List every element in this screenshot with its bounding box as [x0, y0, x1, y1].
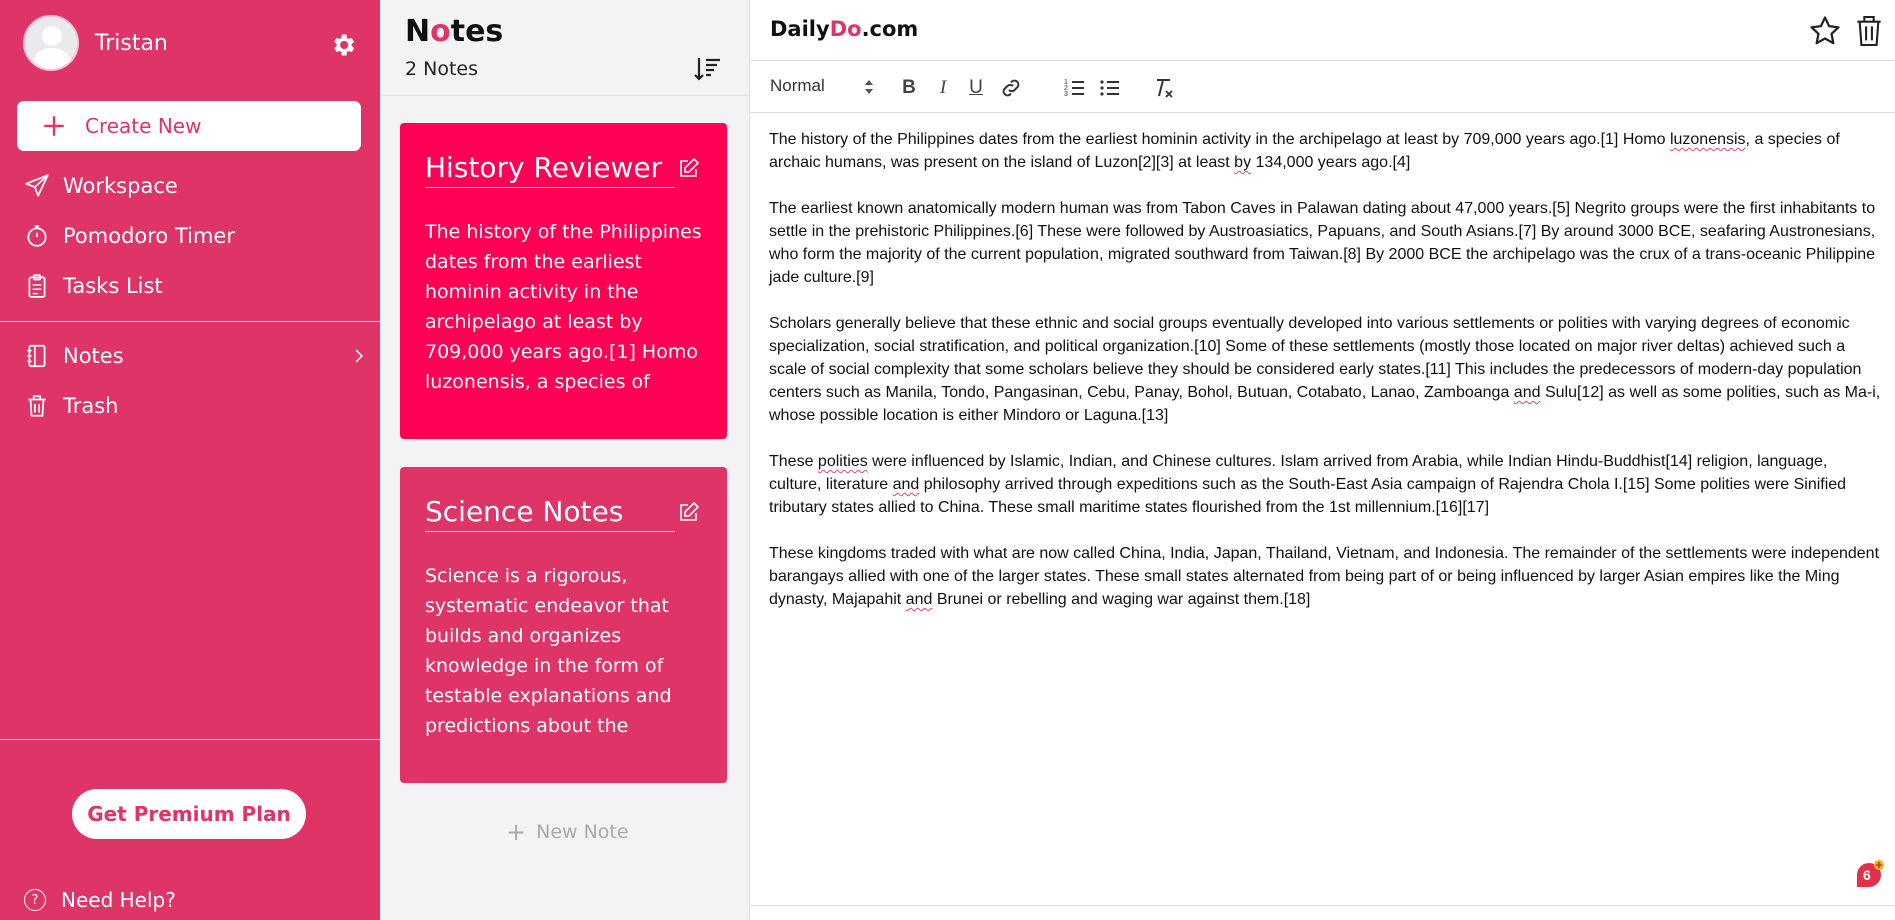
- sidebar-item-workspace[interactable]: Workspace: [0, 164, 380, 208]
- note-card-preview: Science is a rigorous, systematic endeav…: [425, 565, 672, 737]
- sidebar-item-tasks-list[interactable]: Tasks List: [0, 264, 380, 308]
- sidebar-item-label: Tasks List: [63, 274, 163, 298]
- paragraph: These kingdoms traded with what are now …: [769, 545, 1880, 608]
- note-card-title: History Reviewer: [425, 151, 675, 188]
- paragraph: The earliest known anatomically modern h…: [769, 200, 1876, 286]
- badge-count: 6: [1863, 867, 1871, 883]
- notes-count: 2 Notes: [405, 58, 479, 80]
- italic-button[interactable]: I: [931, 76, 955, 100]
- create-new-button[interactable]: Create New: [17, 101, 361, 151]
- chevron-right-icon: [355, 349, 364, 363]
- stopwatch-icon: [27, 225, 47, 247]
- note-card[interactable]: Science Notes Science is a rigorous, sys…: [400, 467, 727, 783]
- paragraph: Scholars generally believe that these et…: [769, 315, 1881, 424]
- sidebar-item-trash[interactable]: Trash: [0, 384, 380, 428]
- clear-formatting-icon[interactable]: [1152, 76, 1176, 100]
- notification-badge-icon[interactable]: 6: [1853, 859, 1885, 891]
- svg-text:3: 3: [1064, 91, 1068, 98]
- bullet-list-icon[interactable]: [1098, 76, 1122, 100]
- need-help-label: Need Help?: [61, 888, 176, 912]
- edit-icon[interactable]: [677, 500, 701, 524]
- sidebar-divider: [0, 739, 380, 740]
- create-new-label: Create New: [85, 114, 202, 138]
- note-card-preview: The history of the Philippines dates fro…: [425, 221, 702, 393]
- notebook-icon: [27, 344, 46, 368]
- paragraph: The history of the Philippines dates fro…: [769, 131, 1840, 171]
- plus-icon: [44, 116, 64, 136]
- sidebar: Tristan Create New Workspace Pomodoro Ti…: [0, 0, 380, 920]
- notes-divider: [380, 95, 750, 96]
- username: Tristan: [95, 30, 168, 56]
- ordered-list-icon[interactable]: 123: [1063, 76, 1087, 100]
- plus-icon: +: [506, 818, 527, 846]
- sidebar-item-pomodoro-timer[interactable]: Pomodoro Timer: [0, 214, 380, 258]
- brand-logo: DailyDo.com: [770, 17, 919, 41]
- user-profile[interactable]: Tristan: [23, 15, 168, 71]
- avatar[interactable]: [23, 15, 79, 71]
- sidebar-item-label: Pomodoro Timer: [63, 224, 235, 248]
- footer-divider: [750, 905, 1895, 906]
- need-help-link[interactable]: ? Need Help?: [24, 888, 176, 912]
- select-arrows-icon[interactable]: [864, 77, 874, 97]
- sidebar-item-label: Workspace: [63, 174, 178, 198]
- new-note-label: New Note: [536, 821, 629, 843]
- sidebar-item-notes[interactable]: Notes: [0, 334, 380, 378]
- get-premium-button[interactable]: Get Premium Plan: [72, 789, 306, 839]
- sidebar-item-label: Trash: [63, 394, 119, 418]
- send-icon: [25, 174, 49, 197]
- paragraph: These polities were influenced by Islami…: [769, 453, 1847, 516]
- clipboard-icon: [28, 274, 46, 298]
- sidebar-divider: [0, 321, 380, 322]
- delete-note-icon[interactable]: [1855, 14, 1883, 48]
- sidebar-item-label: Notes: [63, 344, 124, 368]
- editor-content[interactable]: The history of the Philippines dates fro…: [769, 128, 1884, 634]
- note-card[interactable]: History Reviewer The history of the Phil…: [400, 123, 727, 439]
- help-icon: ?: [24, 889, 46, 911]
- bold-button[interactable]: B: [897, 76, 921, 100]
- gear-icon[interactable]: [329, 31, 357, 59]
- edit-icon[interactable]: [677, 156, 701, 180]
- text-format-select[interactable]: Normal: [770, 76, 825, 96]
- notes-heading: Notes: [405, 14, 504, 49]
- note-editor: DailyDo.com Normal B I U 123 The history…: [750, 0, 1895, 920]
- sort-icon[interactable]: [693, 55, 723, 83]
- star-icon[interactable]: [1808, 14, 1842, 48]
- formatting-toolbar: Normal B I U 123: [750, 61, 1895, 113]
- new-note-button[interactable]: + New Note: [506, 820, 629, 844]
- notes-list-panel: Notes 2 Notes History Reviewer The histo…: [380, 0, 750, 920]
- link-icon[interactable]: [999, 76, 1023, 100]
- note-card-title: Science Notes: [425, 495, 675, 532]
- underline-button[interactable]: U: [964, 76, 988, 100]
- trash-icon: [28, 395, 46, 417]
